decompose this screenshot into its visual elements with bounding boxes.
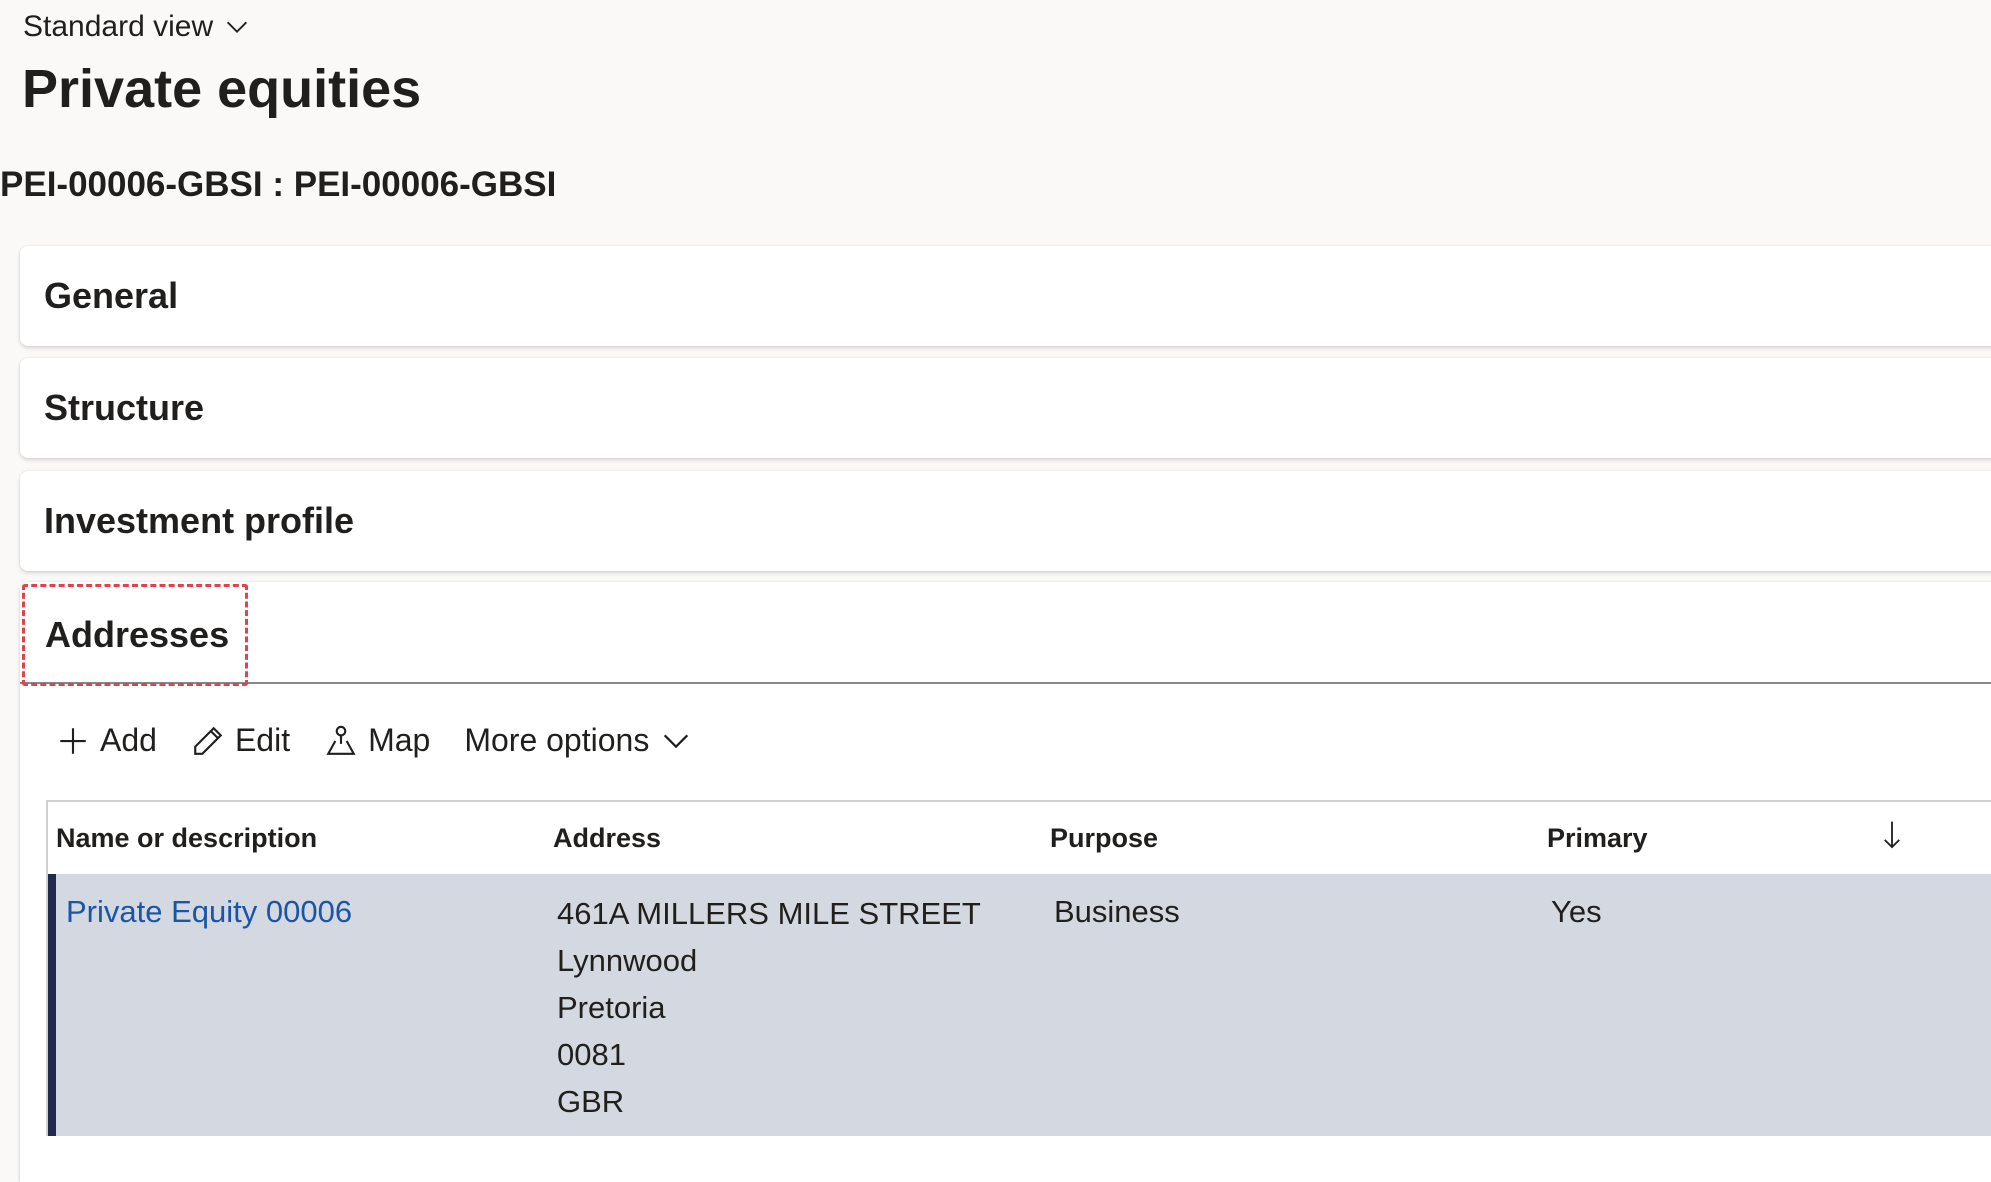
fasttab-investment-profile[interactable]: Investment profile — [20, 471, 1991, 571]
address-name-link[interactable]: Private Equity 00006 — [66, 894, 352, 929]
edit-button[interactable]: Edit — [191, 722, 290, 759]
pencil-icon — [194, 726, 223, 755]
column-header-address[interactable]: Address — [545, 823, 1042, 854]
add-button[interactable]: Add — [56, 722, 157, 759]
fasttab-addresses-title: Addresses — [45, 614, 230, 655]
page-title: Private equities — [22, 59, 422, 119]
chevron-down-icon — [227, 21, 248, 33]
view-selector-label: Standard view — [23, 10, 214, 43]
sort-button[interactable] — [1869, 818, 1991, 859]
fasttab-general[interactable]: General — [20, 246, 1991, 346]
fasttab-general-title: General — [44, 275, 179, 316]
address-line: Lynnwood — [557, 943, 698, 978]
cell-address: 461A MILLERS MILE STREET Lynnwood Pretor… — [547, 890, 1044, 1136]
grid-header: Name or description Address Purpose Prim… — [48, 802, 1991, 874]
fasttab-structure-title: Structure — [44, 387, 205, 428]
plus-icon — [60, 727, 86, 754]
addresses-grid: Name or description Address Purpose Prim… — [46, 800, 1991, 1136]
add-button-label: Add — [100, 722, 157, 758]
map-pin-icon — [326, 725, 356, 755]
cell-purpose: Business — [1054, 894, 1180, 929]
cell-primary: Yes — [1551, 894, 1602, 929]
addresses-title-highlight[interactable]: Addresses — [22, 584, 248, 686]
column-header-name[interactable]: Name or description — [48, 823, 545, 854]
map-button-label: Map — [368, 722, 431, 758]
more-options-button[interactable]: More options — [464, 722, 693, 759]
address-line: 461A MILLERS MILE STREET — [557, 896, 981, 931]
address-line: Pretoria — [557, 990, 666, 1025]
address-line: 0081 — [557, 1037, 626, 1072]
more-options-label: More options — [464, 722, 650, 758]
table-row[interactable]: Private Equity 00006 461A MILLERS MILE S… — [48, 874, 1991, 1136]
sort-descending-icon — [1884, 821, 1900, 848]
view-selector[interactable]: Standard view — [23, 10, 251, 44]
address-line: GBR — [557, 1084, 625, 1119]
edit-button-label: Edit — [234, 722, 291, 758]
column-header-primary[interactable]: Primary — [1539, 823, 1869, 854]
cell-name: Private Equity 00006 — [56, 894, 547, 1136]
fasttab-addresses: Addresses Add Edit Map More options Name… — [20, 582, 1991, 1182]
map-button[interactable]: Map — [324, 722, 430, 759]
fasttab-investment-profile-title: Investment profile — [44, 500, 355, 541]
fasttab-structure[interactable]: Structure — [20, 358, 1991, 458]
addresses-toolbar: Add Edit Map More options — [56, 722, 693, 759]
addresses-header[interactable]: Addresses — [20, 582, 1991, 686]
column-header-purpose[interactable]: Purpose — [1042, 823, 1539, 854]
chevron-down-icon — [664, 734, 689, 748]
record-id: PEI-00006-GBSI : PEI-00006-GBSI — [0, 165, 557, 204]
